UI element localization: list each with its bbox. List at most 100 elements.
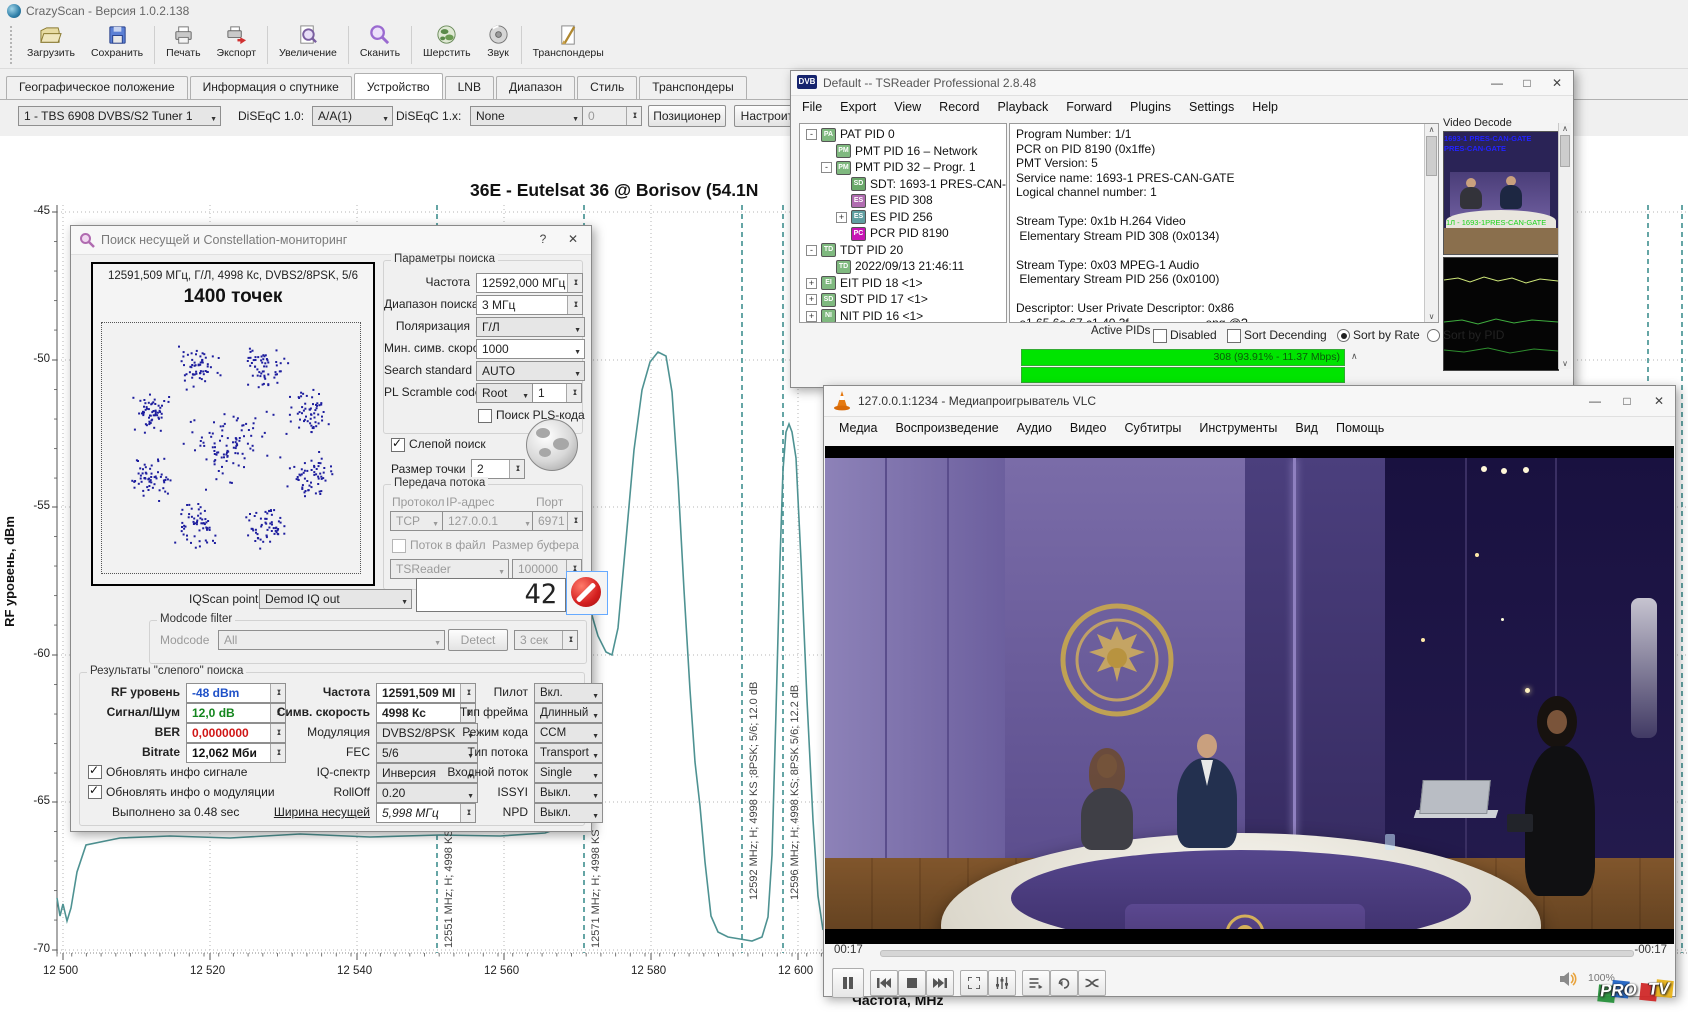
blind-search-checkbox[interactable]: [391, 438, 405, 452]
dialog-help-button[interactable]: ?: [529, 232, 557, 246]
tsreader-titlebar[interactable]: DVB Default -- TSReader Professional 2.8…: [791, 71, 1573, 96]
iqscan-select[interactable]: Demod IQ out: [259, 589, 412, 609]
tsreader-menu-file[interactable]: File: [793, 97, 831, 117]
collapse-icon[interactable]: -: [806, 129, 817, 140]
tsreader-right-scrollbar[interactable]: ∧ ∨: [1558, 123, 1571, 369]
results-right-value[interactable]: Transport: [534, 743, 603, 763]
tree-item[interactable]: PMPMT PID 16 – Network: [802, 144, 1004, 161]
sort-by-pid-radio[interactable]: [1427, 329, 1440, 342]
expand-icon[interactable]: +: [836, 212, 847, 223]
tsreader-menu-view[interactable]: View: [885, 97, 930, 117]
tuner-select[interactable]: 1 - TBS 6908 DVBS/S2 Tuner 1: [18, 106, 221, 126]
toolbar-button-scan-magnifier[interactable]: Сканить: [352, 22, 408, 68]
tsreader-menu-forward[interactable]: Forward: [1057, 97, 1121, 117]
toolbar-button-sound[interactable]: Звук: [479, 22, 518, 68]
positioner-button[interactable]: Позиционер: [648, 105, 726, 127]
fullscreen-button[interactable]: [960, 970, 988, 996]
vlc-menu-вид[interactable]: Вид: [1286, 418, 1327, 438]
results-right-value[interactable]: Вкл.: [534, 683, 603, 703]
results-checkbox[interactable]: [88, 785, 102, 799]
expand-icon[interactable]: +: [806, 294, 817, 305]
tsreader-menu-settings[interactable]: Settings: [1180, 97, 1243, 117]
vlc-menu-аудио[interactable]: Аудио: [1008, 418, 1061, 438]
param-root-select[interactable]: Root: [476, 383, 533, 403]
tree-item[interactable]: -PAPAT PID 0: [802, 127, 1004, 144]
toolbar-button-globe-scan[interactable]: Шерстить: [415, 22, 479, 68]
dialog-close-button[interactable]: ✕: [559, 232, 587, 246]
results-right-value[interactable]: CCM: [534, 723, 603, 743]
vlc-menu-видео[interactable]: Видео: [1061, 418, 1116, 438]
results-right-value[interactable]: Длинный: [534, 703, 603, 723]
expand-icon[interactable]: +: [806, 278, 817, 289]
protocol-select[interactable]: TCP: [390, 511, 443, 531]
pause-button[interactable]: [832, 968, 864, 998]
tsreader-menu-export[interactable]: Export: [831, 97, 885, 117]
vlc-menu-воспроизведение[interactable]: Воспроизведение: [886, 418, 1007, 438]
tab-географическое-положение[interactable]: Географическое положение: [6, 76, 188, 100]
param-dd[interactable]: Г/Л: [476, 317, 585, 337]
vlc-menu-медиа[interactable]: Медиа: [830, 418, 886, 438]
toolbar-grip[interactable]: [10, 26, 17, 64]
previous-button[interactable]: [870, 970, 898, 996]
tsreader-menu-record[interactable]: Record: [930, 97, 988, 117]
stream-to-file-checkbox[interactable]: [392, 539, 406, 553]
diseqc10-select[interactable]: A/A(1): [312, 106, 393, 126]
vlc-menu-субтитры[interactable]: Субтитры: [1115, 418, 1190, 438]
param-spin[interactable]: 3 МГц: [476, 295, 583, 315]
collapse-icon[interactable]: -: [821, 162, 832, 173]
ip-select[interactable]: 127.0.0.1: [442, 511, 535, 531]
vlc-minimize-button[interactable]: —: [1581, 394, 1609, 408]
tree-item[interactable]: +NINIT PID 16 <1>: [802, 309, 1004, 324]
tsreader-menu-playback[interactable]: Playback: [988, 97, 1057, 117]
tsreader-close-button[interactable]: ✕: [1543, 76, 1571, 90]
port-stepper[interactable]: 6971: [532, 511, 583, 531]
toolbar-button-print[interactable]: Печать: [158, 22, 208, 68]
vlc-maximize-button[interactable]: □: [1613, 394, 1641, 408]
dialog-titlebar[interactable]: Поиск несущей и Constellation-мониторинг…: [71, 226, 591, 255]
pls-search-checkbox[interactable]: [478, 409, 492, 423]
vlc-seek-bar[interactable]: [880, 950, 1634, 957]
results-right-value[interactable]: Выкл.: [534, 783, 603, 803]
vlc-menu-инструменты[interactable]: Инструменты: [1190, 418, 1286, 438]
program-info-panel[interactable]: Program Number: 1/1PCR on PID 8190 (0x1f…: [1009, 123, 1439, 323]
tree-item[interactable]: +SDSDT PID 17 <1>: [802, 292, 1004, 309]
dot-size-stepper[interactable]: 2: [471, 459, 525, 479]
diseqc1x-select[interactable]: None: [470, 106, 583, 126]
toolbar-button-open-folder[interactable]: Загрузить: [19, 22, 83, 68]
toolbar-button-transponders[interactable]: Транспондеры: [525, 22, 612, 68]
param-root-index[interactable]: 1: [532, 383, 582, 403]
tree-item[interactable]: -PMPMT PID 32 – Progr. 1: [802, 160, 1004, 177]
detect-interval-stepper[interactable]: 3 сек: [514, 630, 578, 650]
param-combo[interactable]: 1000: [476, 339, 585, 359]
toolbar-button-export[interactable]: Экспорт: [209, 22, 264, 68]
tsreader-maximize-button[interactable]: □: [1513, 76, 1541, 90]
pid-list-scroll-up[interactable]: ∧: [1351, 351, 1358, 362]
tab-стиль[interactable]: Стиль: [577, 76, 637, 100]
tree-item[interactable]: ESES PID 308: [802, 193, 1004, 210]
tree-item[interactable]: -TDTDT PID 20: [802, 243, 1004, 260]
vlc-menu-помощь[interactable]: Помощь: [1327, 418, 1393, 438]
info-scrollbar[interactable]: ∧ ∨: [1424, 124, 1438, 322]
stop-button[interactable]: [566, 571, 608, 615]
tab-информация-о-спутнике[interactable]: Информация о спутнике: [190, 76, 352, 100]
reader-select[interactable]: TSReader: [390, 559, 509, 579]
crazyscan-titlebar[interactable]: CrazyScan - Версия 1.0.2.138: [0, 0, 1688, 23]
tsreader-menu-plugins[interactable]: Plugins: [1121, 97, 1180, 117]
settings-equalizer-button[interactable]: [988, 970, 1016, 996]
pid-tree-panel[interactable]: -PAPAT PID 0PMPMT PID 16 – Network-PMPMT…: [799, 123, 1007, 323]
vlc-video-area[interactable]: [825, 446, 1674, 944]
pids-sortdesc-checkbox[interactable]: [1227, 329, 1241, 343]
vlc-close-button[interactable]: ✕: [1645, 394, 1673, 408]
tab-диапазон[interactable]: Диапазон: [496, 76, 575, 100]
tree-item[interactable]: +EIEIT PID 18 <1>: [802, 276, 1004, 293]
results-checkbox[interactable]: [88, 765, 102, 779]
param-spin[interactable]: 12592,000 МГц: [476, 273, 583, 293]
playlist-button[interactable]: [1022, 970, 1050, 996]
volume-icon[interactable]: [1560, 971, 1580, 987]
detect-button[interactable]: Detect: [448, 629, 508, 651]
shuffle-button[interactable]: [1078, 970, 1106, 996]
expand-icon[interactable]: +: [806, 311, 817, 322]
toolbar-button-zoom-document[interactable]: Увеличение: [271, 22, 345, 68]
tsreader-menu-help[interactable]: Help: [1243, 97, 1287, 117]
tree-item[interactable]: TD2022/09/13 21:46:11: [802, 259, 1004, 276]
